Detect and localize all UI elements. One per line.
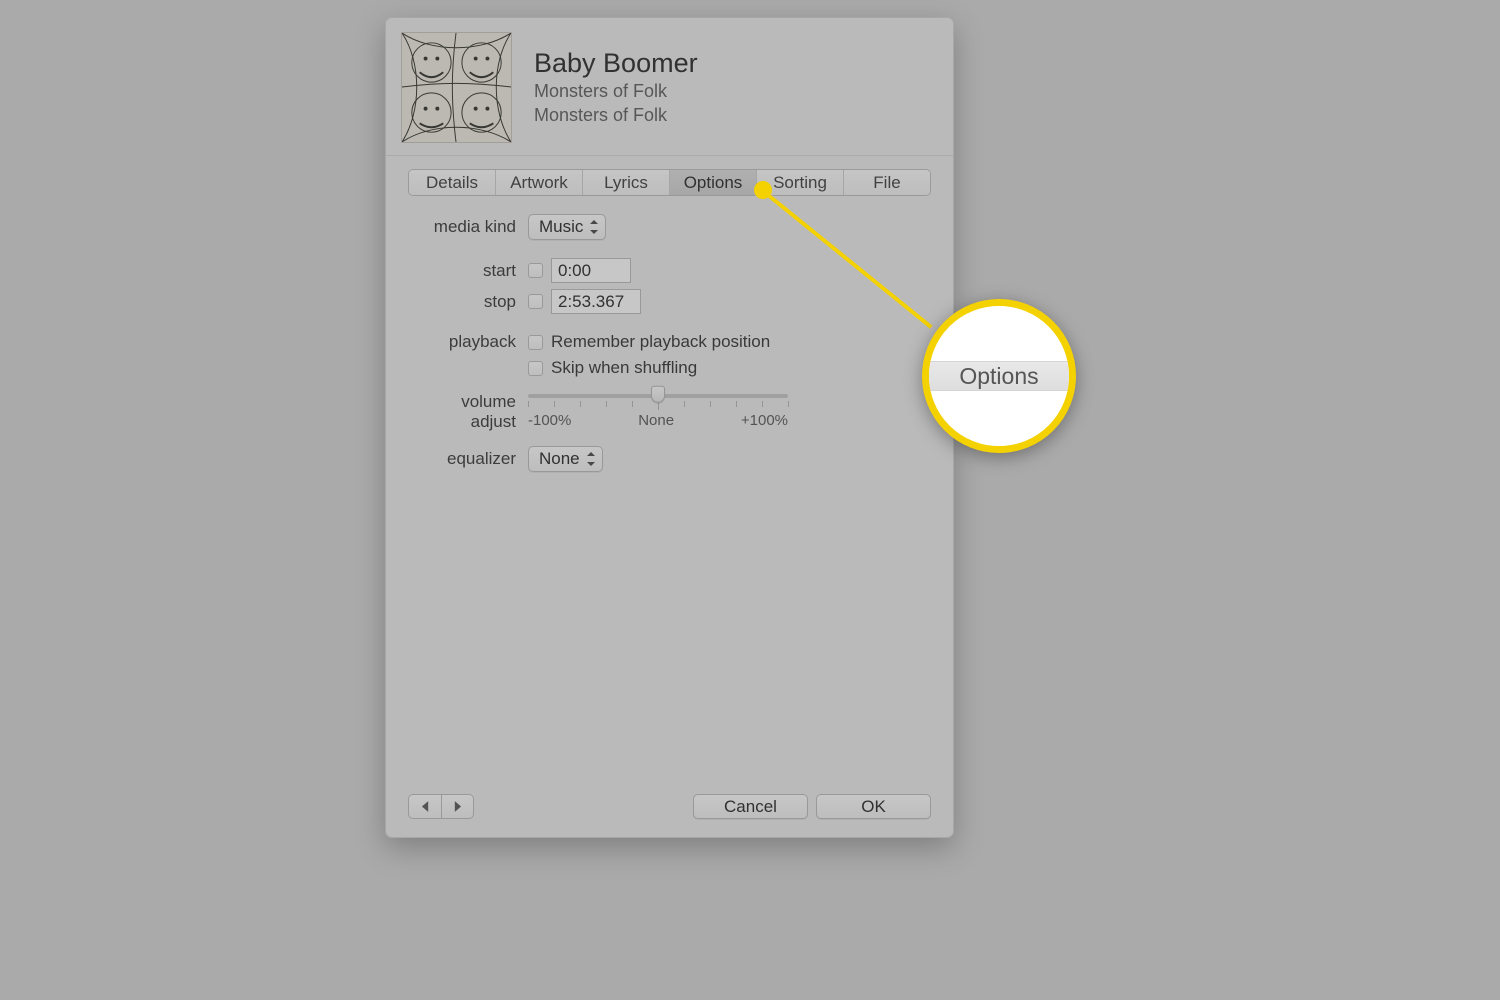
media-kind-value: Music xyxy=(539,217,583,237)
skip-shuffling-label: Skip when shuffling xyxy=(551,358,697,378)
song-info-dialog: Baby Boomer Monsters of Folk Monsters of… xyxy=(385,17,954,838)
callout-label: Options xyxy=(959,363,1038,390)
previous-track-button[interactable] xyxy=(408,794,441,819)
start-label: start xyxy=(418,261,528,281)
volume-max-label: +100% xyxy=(741,412,788,429)
options-form: media kind Music start stop xyxy=(386,196,953,472)
album-artwork xyxy=(401,32,512,143)
dialog-footer: Cancel OK xyxy=(386,780,953,837)
tab-details[interactable]: Details xyxy=(409,170,496,195)
skip-shuffling-checkbox[interactable] xyxy=(528,361,543,376)
tab-lyrics[interactable]: Lyrics xyxy=(583,170,670,195)
media-kind-select[interactable]: Music xyxy=(528,214,606,240)
remember-position-checkbox[interactable] xyxy=(528,335,543,350)
start-time-field[interactable] xyxy=(551,258,631,283)
stop-label: stop xyxy=(418,292,528,312)
tab-artwork[interactable]: Artwork xyxy=(496,170,583,195)
stop-time-field[interactable] xyxy=(551,289,641,314)
next-track-button[interactable] xyxy=(441,794,474,819)
equalizer-value: None xyxy=(539,449,580,469)
stop-checkbox[interactable] xyxy=(528,294,543,309)
volume-min-label: -100% xyxy=(528,412,571,429)
dialog-header: Baby Boomer Monsters of Folk Monsters of… xyxy=(386,18,953,156)
start-checkbox[interactable] xyxy=(528,263,543,278)
tab-file[interactable]: File xyxy=(844,170,930,195)
playback-label: playback xyxy=(418,332,528,352)
volume-adjust-label: volume adjust xyxy=(418,392,528,432)
volume-adjust-slider[interactable] xyxy=(528,394,788,398)
tab-bar: Details Artwork Lyrics Options Sorting F… xyxy=(408,169,931,196)
chevron-up-down-icon xyxy=(586,452,596,466)
track-album: Monsters of Folk xyxy=(534,103,698,127)
equalizer-label: equalizer xyxy=(418,449,528,469)
media-kind-label: media kind xyxy=(418,217,528,237)
remember-position-label: Remember playback position xyxy=(551,332,770,352)
ok-button[interactable]: OK xyxy=(816,794,931,819)
cancel-button[interactable]: Cancel xyxy=(693,794,808,819)
equalizer-select[interactable]: None xyxy=(528,446,603,472)
track-artist: Monsters of Folk xyxy=(534,79,698,103)
volume-mid-label: None xyxy=(638,412,674,429)
track-title: Baby Boomer xyxy=(534,48,698,79)
tab-sorting[interactable]: Sorting xyxy=(757,170,844,195)
tab-options[interactable]: Options xyxy=(670,170,757,195)
chevron-up-down-icon xyxy=(589,220,599,234)
slider-knob[interactable] xyxy=(651,386,665,403)
